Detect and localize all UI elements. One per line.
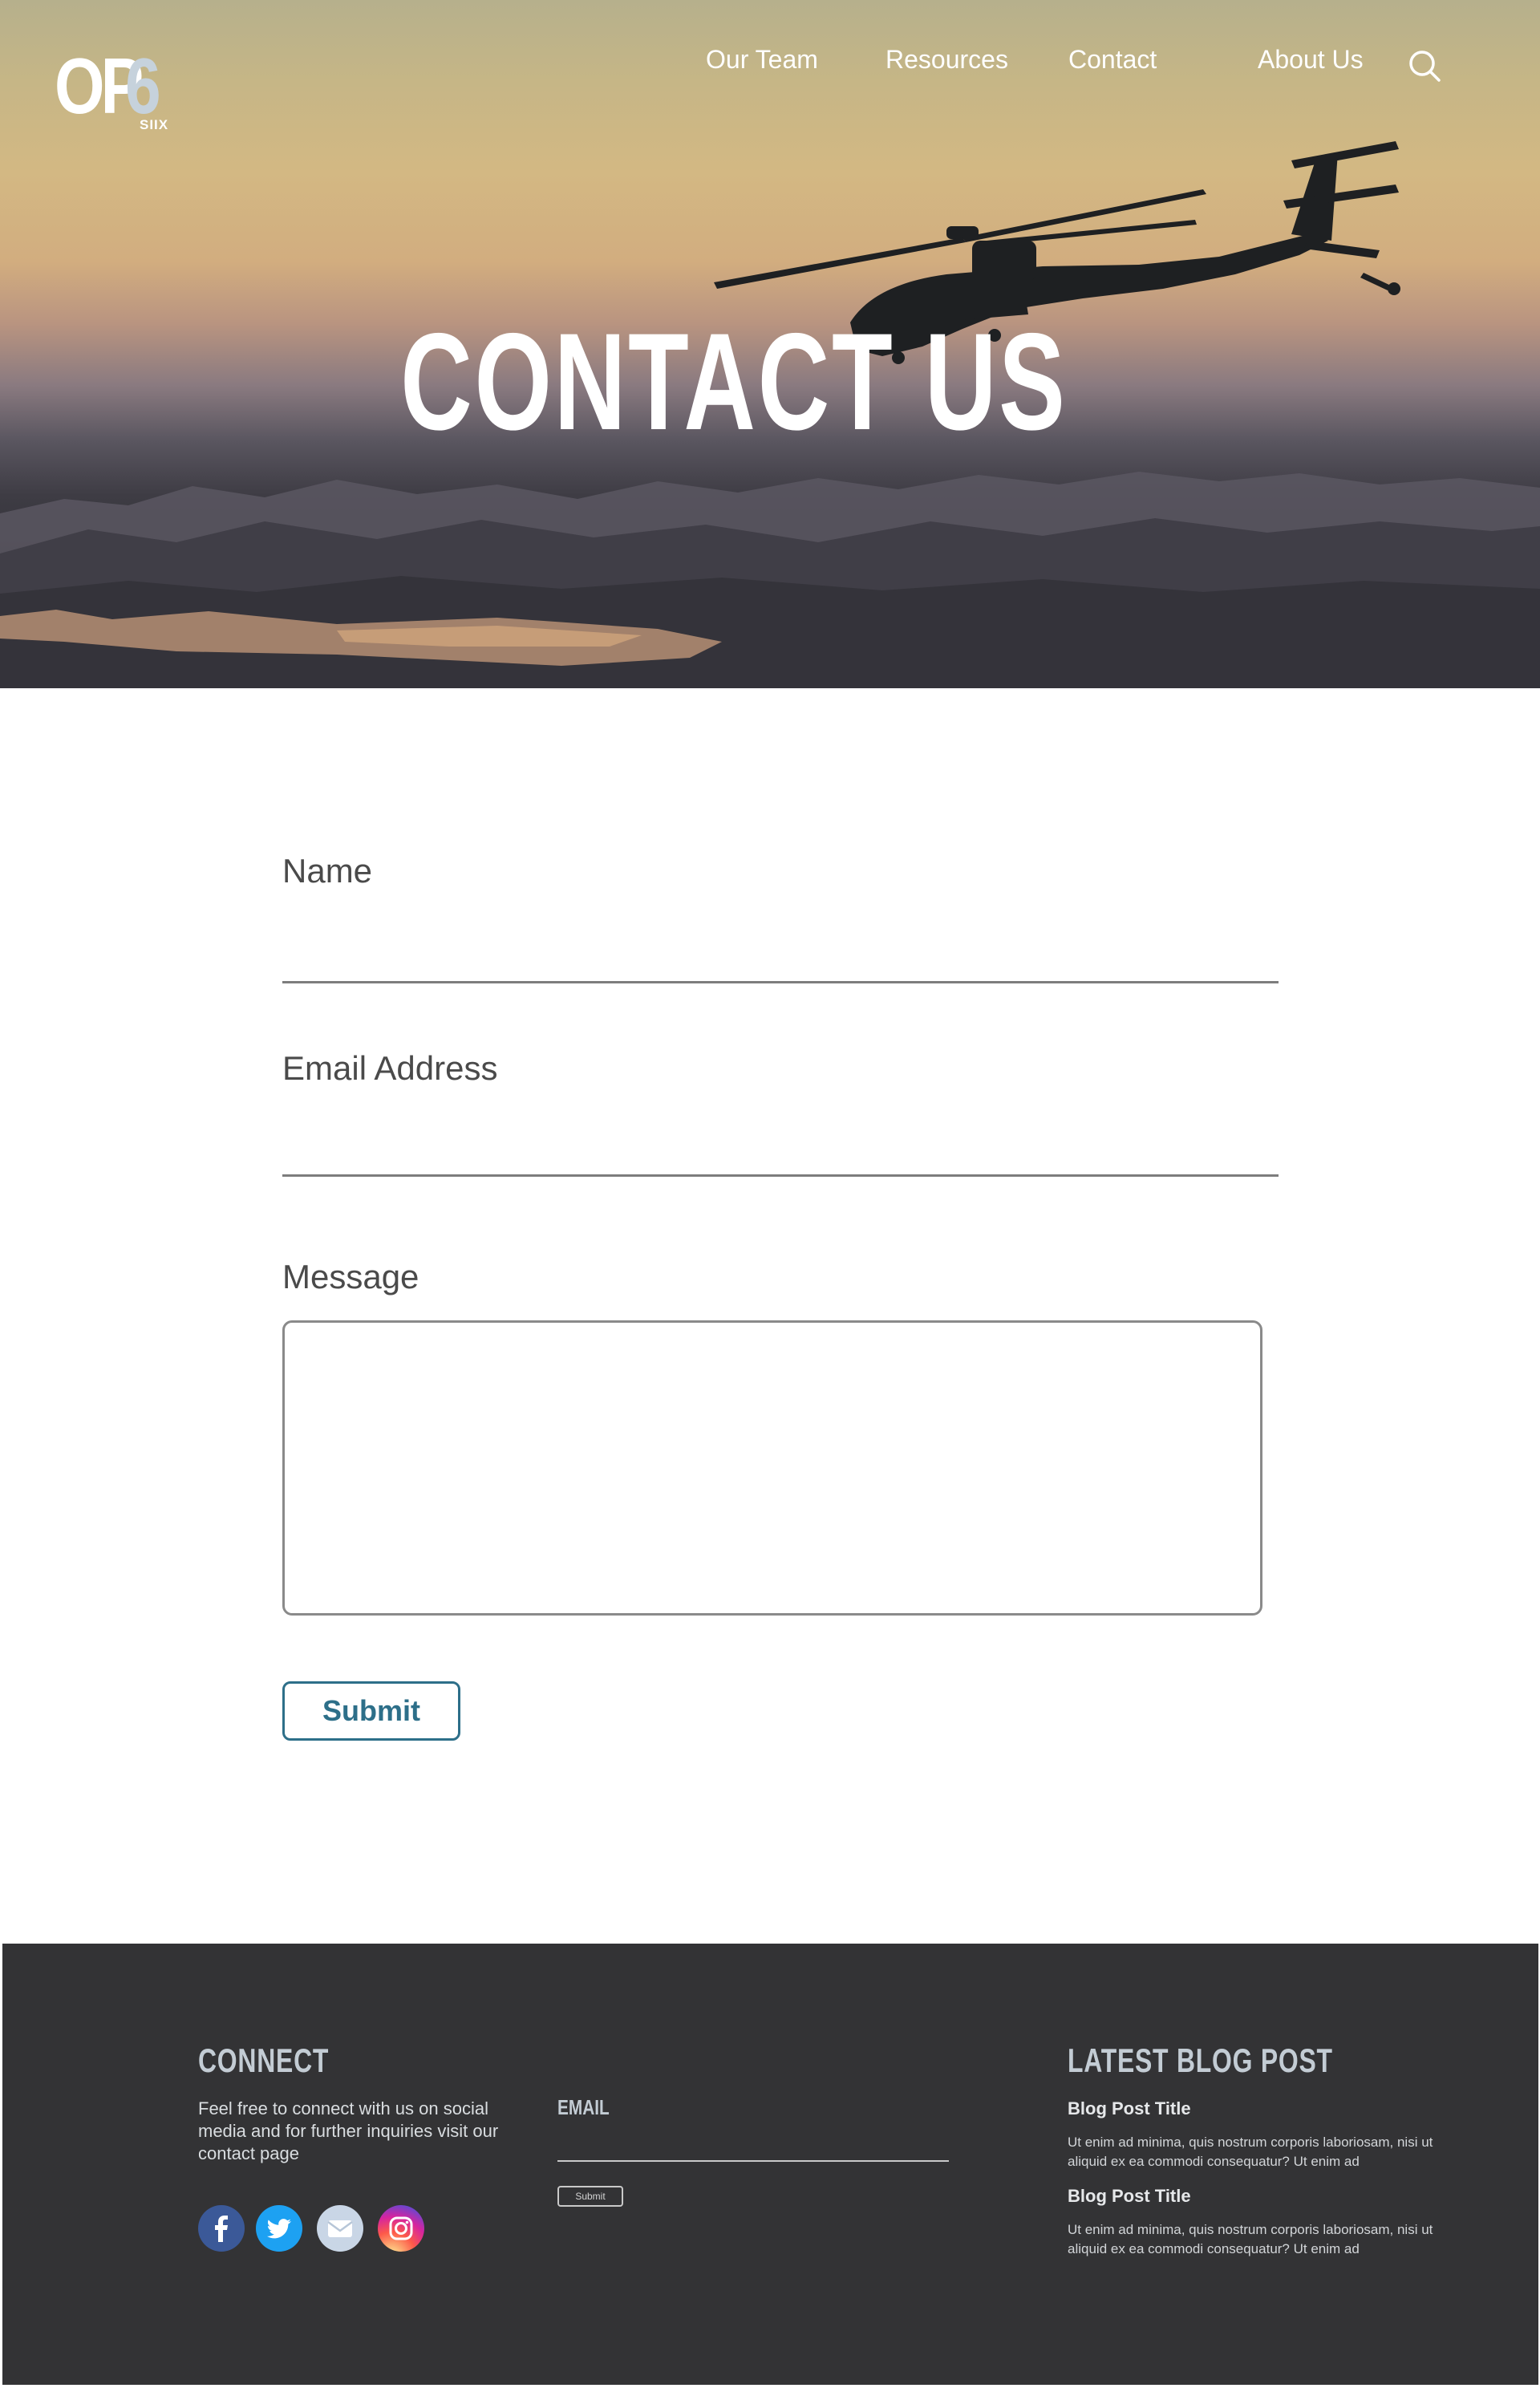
- facebook-link[interactable]: [198, 2205, 245, 2252]
- main-nav: Our Team Resources Contact About Us: [0, 45, 1540, 77]
- blog-post-title[interactable]: Blog Post Title: [1068, 2098, 1191, 2119]
- newsletter-email-label: EMAIL: [557, 2095, 610, 2119]
- nav-item-contact[interactable]: Contact: [1068, 45, 1157, 75]
- facebook-icon: [215, 2216, 228, 2242]
- logo-subtitle: SIIX: [140, 117, 169, 132]
- connect-text: Feel free to connect with us on social m…: [198, 2098, 499, 2163]
- name-field[interactable]: [282, 935, 1279, 983]
- newsletter-submit-button[interactable]: Submit: [557, 2186, 623, 2207]
- site-footer: CONNECT Feel free to connect with us on …: [2, 1944, 1538, 2385]
- newsletter-email-input[interactable]: [557, 2130, 949, 2162]
- page-title: CONTACT US: [400, 305, 1068, 459]
- nav-item-our-team[interactable]: Our Team: [706, 45, 818, 75]
- email-link[interactable]: [317, 2205, 363, 2252]
- email-label: Email Address: [282, 1049, 498, 1087]
- search-icon: [1409, 51, 1441, 82]
- instagram-link[interactable]: [378, 2205, 424, 2252]
- instagram-icon: [389, 2216, 413, 2240]
- blog-post-excerpt: Ut enim ad minima, quis nostrum corporis…: [1068, 2222, 1433, 2256]
- submit-button[interactable]: Submit: [282, 1681, 460, 1741]
- name-label: Name: [282, 852, 373, 890]
- blog-post-title[interactable]: Blog Post Title: [1068, 2186, 1191, 2207]
- search-button[interactable]: [1405, 47, 1444, 85]
- latest-blog-heading: LATEST BLOG POST: [1068, 2041, 1333, 2079]
- nav-item-about-us[interactable]: About Us: [1258, 45, 1364, 75]
- hero-banner: OP 6 SIIX Our Team Resources Contact Abo…: [0, 0, 1540, 688]
- email-icon: [327, 2220, 353, 2237]
- email-field[interactable]: [282, 1129, 1279, 1177]
- nav-item-resources[interactable]: Resources: [886, 45, 1008, 75]
- twitter-icon: [266, 2219, 291, 2239]
- message-label: Message: [282, 1258, 419, 1295]
- blog-post-excerpt: Ut enim ad minima, quis nostrum corporis…: [1068, 2135, 1433, 2169]
- twitter-link[interactable]: [256, 2205, 302, 2252]
- message-textarea[interactable]: [282, 1320, 1262, 1616]
- connect-heading: CONNECT: [198, 2041, 330, 2079]
